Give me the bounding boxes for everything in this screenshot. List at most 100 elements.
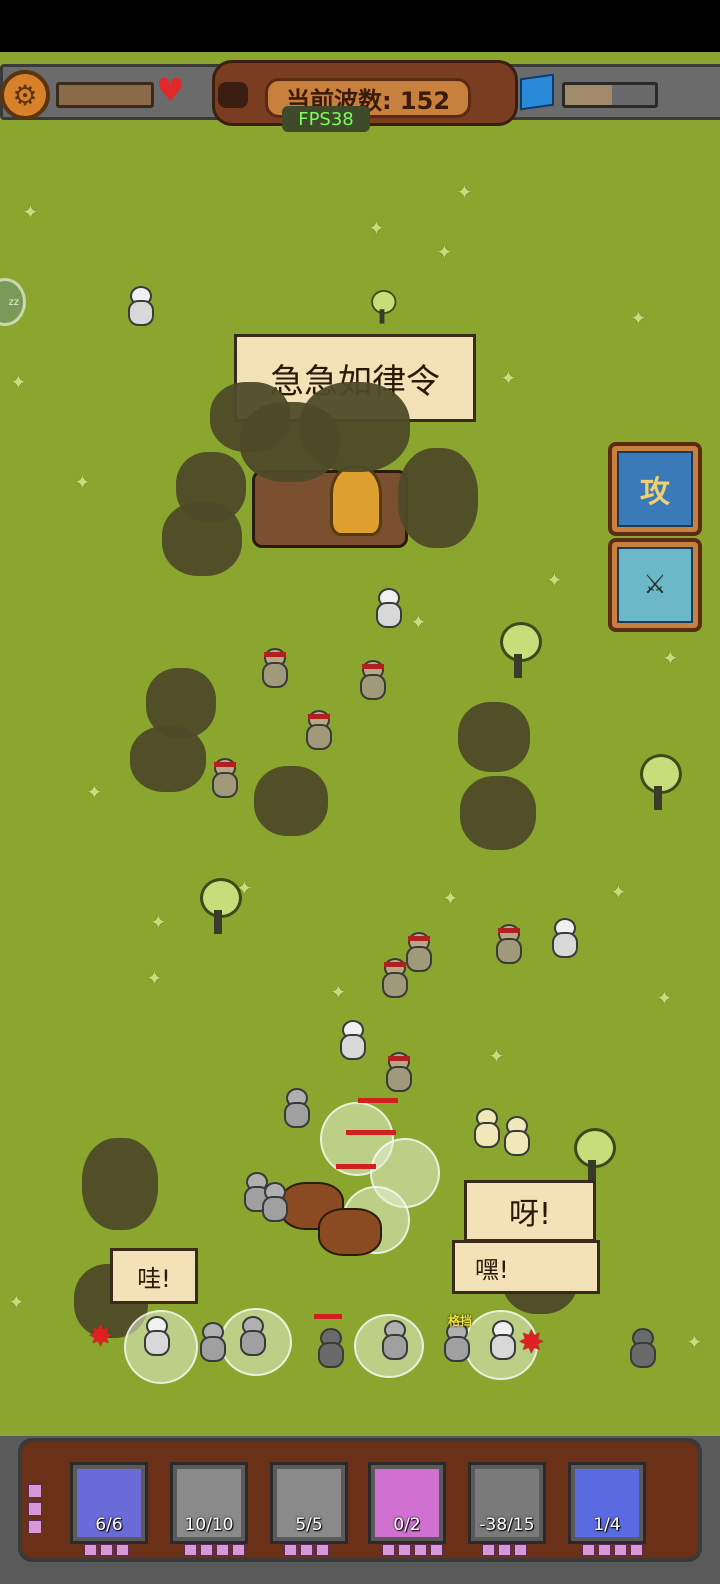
health-bar [358, 1098, 398, 1103]
archer-unit [356, 660, 386, 700]
level-pip [482, 1544, 495, 1556]
unit-card[interactable]: 6/6 [70, 1462, 148, 1562]
soldier-unit [486, 1320, 516, 1360]
level-pip [216, 1544, 229, 1556]
grass-star: ✦ [546, 568, 563, 592]
grass-star: ✦ [500, 366, 517, 390]
grass-star: ✦ [456, 180, 473, 204]
attack-button[interactable]: 攻 [608, 442, 702, 536]
fps-counter: FPS38 [282, 106, 370, 132]
speech-bubble-left-bottom: 哇! [110, 1248, 198, 1304]
unit-level-pips [184, 1544, 245, 1556]
soldier-unit [196, 1322, 226, 1362]
level-pip [398, 1544, 411, 1556]
gear-icon[interactable]: ⚙ [0, 70, 50, 120]
health-bar [336, 1164, 376, 1169]
unit-count: -38/15 [479, 1515, 535, 1535]
smoke-cloud [458, 702, 530, 772]
soldier-unit [236, 1316, 266, 1356]
health-bar-frame [56, 82, 154, 108]
grass-star: ✦ [330, 980, 347, 1004]
soldier-unit [336, 1020, 366, 1060]
archer-woman-unit [470, 1108, 500, 1148]
level-pip [498, 1544, 511, 1556]
cube-icon [520, 73, 554, 111]
level-pip [116, 1544, 129, 1556]
level-pip [598, 1544, 611, 1556]
grass-star: ✦ [442, 886, 459, 910]
hit-effect: ✸ [88, 1319, 114, 1354]
grass-star: ✦ [86, 780, 103, 804]
tree [370, 290, 397, 326]
smoke-cloud [460, 776, 536, 850]
level-pip [184, 1544, 197, 1556]
soldier-unit [378, 1320, 408, 1360]
archer-unit [378, 958, 408, 998]
unit-card-frame: 6/6 [70, 1462, 148, 1544]
level-pip [630, 1544, 643, 1556]
battlefield[interactable]: ✦ ✦ ✦ ✦ ✦ ✦ ✦ ✦ ✦ ✦ ✦ ✦ ✦ ✦ ✦ ✦ ✦ ✦ ✦ ✦ … [0, 52, 720, 1436]
grass-star: ✦ [488, 1044, 505, 1068]
tree [572, 1128, 616, 1188]
unit-card-frame: 5/5 [270, 1462, 348, 1544]
smoke-cloud [130, 726, 206, 792]
wave-chip [218, 82, 248, 108]
health-bar [346, 1130, 396, 1135]
level-pip [414, 1544, 427, 1556]
level-pip [382, 1544, 395, 1556]
smoke-cloud [300, 382, 410, 472]
grass-star: ✦ [630, 306, 647, 330]
smoke-cloud [162, 502, 242, 576]
unit-count: 1/4 [593, 1515, 621, 1535]
unit-card[interactable]: 10/10 [170, 1462, 248, 1562]
monk-unit [330, 466, 382, 536]
unit-portrait: 1/4 [575, 1469, 639, 1537]
smoke-cloud [398, 448, 478, 548]
attack-icon: 攻 [617, 451, 693, 527]
panel-pips [28, 1484, 42, 1534]
soldier-unit [140, 1316, 170, 1356]
hit-effect: ✸ [518, 1323, 545, 1361]
unit-portrait: -38/15 [475, 1469, 539, 1537]
unit-portrait: 6/6 [77, 1469, 141, 1537]
cavalry-unit [318, 1208, 382, 1256]
enemy-unit [314, 1328, 344, 1368]
grass-star: ✦ [368, 216, 385, 240]
level-pip [232, 1544, 245, 1556]
level-pip [582, 1544, 595, 1556]
unit-card[interactable]: -38/15 [468, 1462, 546, 1562]
unit-card-frame: 0/2 [368, 1462, 446, 1544]
resource-bar [562, 82, 658, 108]
unit-card[interactable]: 1/4 [568, 1462, 646, 1562]
grass-star: ✦ [610, 880, 627, 904]
unit-card[interactable]: 5/5 [270, 1462, 348, 1562]
armory-button[interactable]: ⚔ [608, 538, 702, 632]
soldier-unit [258, 1182, 288, 1222]
health-bar [314, 1314, 342, 1319]
grass-star: ✦ [662, 646, 679, 670]
unit-count: 6/6 [95, 1515, 123, 1535]
archer-unit [208, 758, 238, 798]
unit-count: 5/5 [295, 1515, 323, 1535]
grass-star: ✦ [10, 370, 27, 394]
level-pip [200, 1544, 213, 1556]
soldier-unit [124, 286, 154, 326]
block-label: 格挡 [448, 1314, 473, 1328]
unit-portrait: 10/10 [177, 1469, 241, 1537]
unit-level-pips [382, 1544, 443, 1556]
unit-card-frame: 10/10 [170, 1462, 248, 1544]
level-pip [100, 1544, 113, 1556]
top-hud: ⚙ ♥ 当前波数: 152 FPS38 [0, 52, 720, 132]
archer-unit [382, 1052, 412, 1092]
archer-unit [302, 710, 332, 750]
auto-toggle-button[interactable]: zz [0, 278, 26, 326]
smoke-cloud [82, 1138, 158, 1230]
archer-unit [492, 924, 522, 964]
unit-portrait: 5/5 [277, 1469, 341, 1537]
level-pip [84, 1544, 97, 1556]
unit-count: 0/2 [393, 1515, 421, 1535]
tree [638, 754, 682, 814]
enemy-unit [626, 1328, 656, 1368]
unit-level-pips [284, 1544, 329, 1556]
unit-card[interactable]: 0/2 [368, 1462, 446, 1562]
